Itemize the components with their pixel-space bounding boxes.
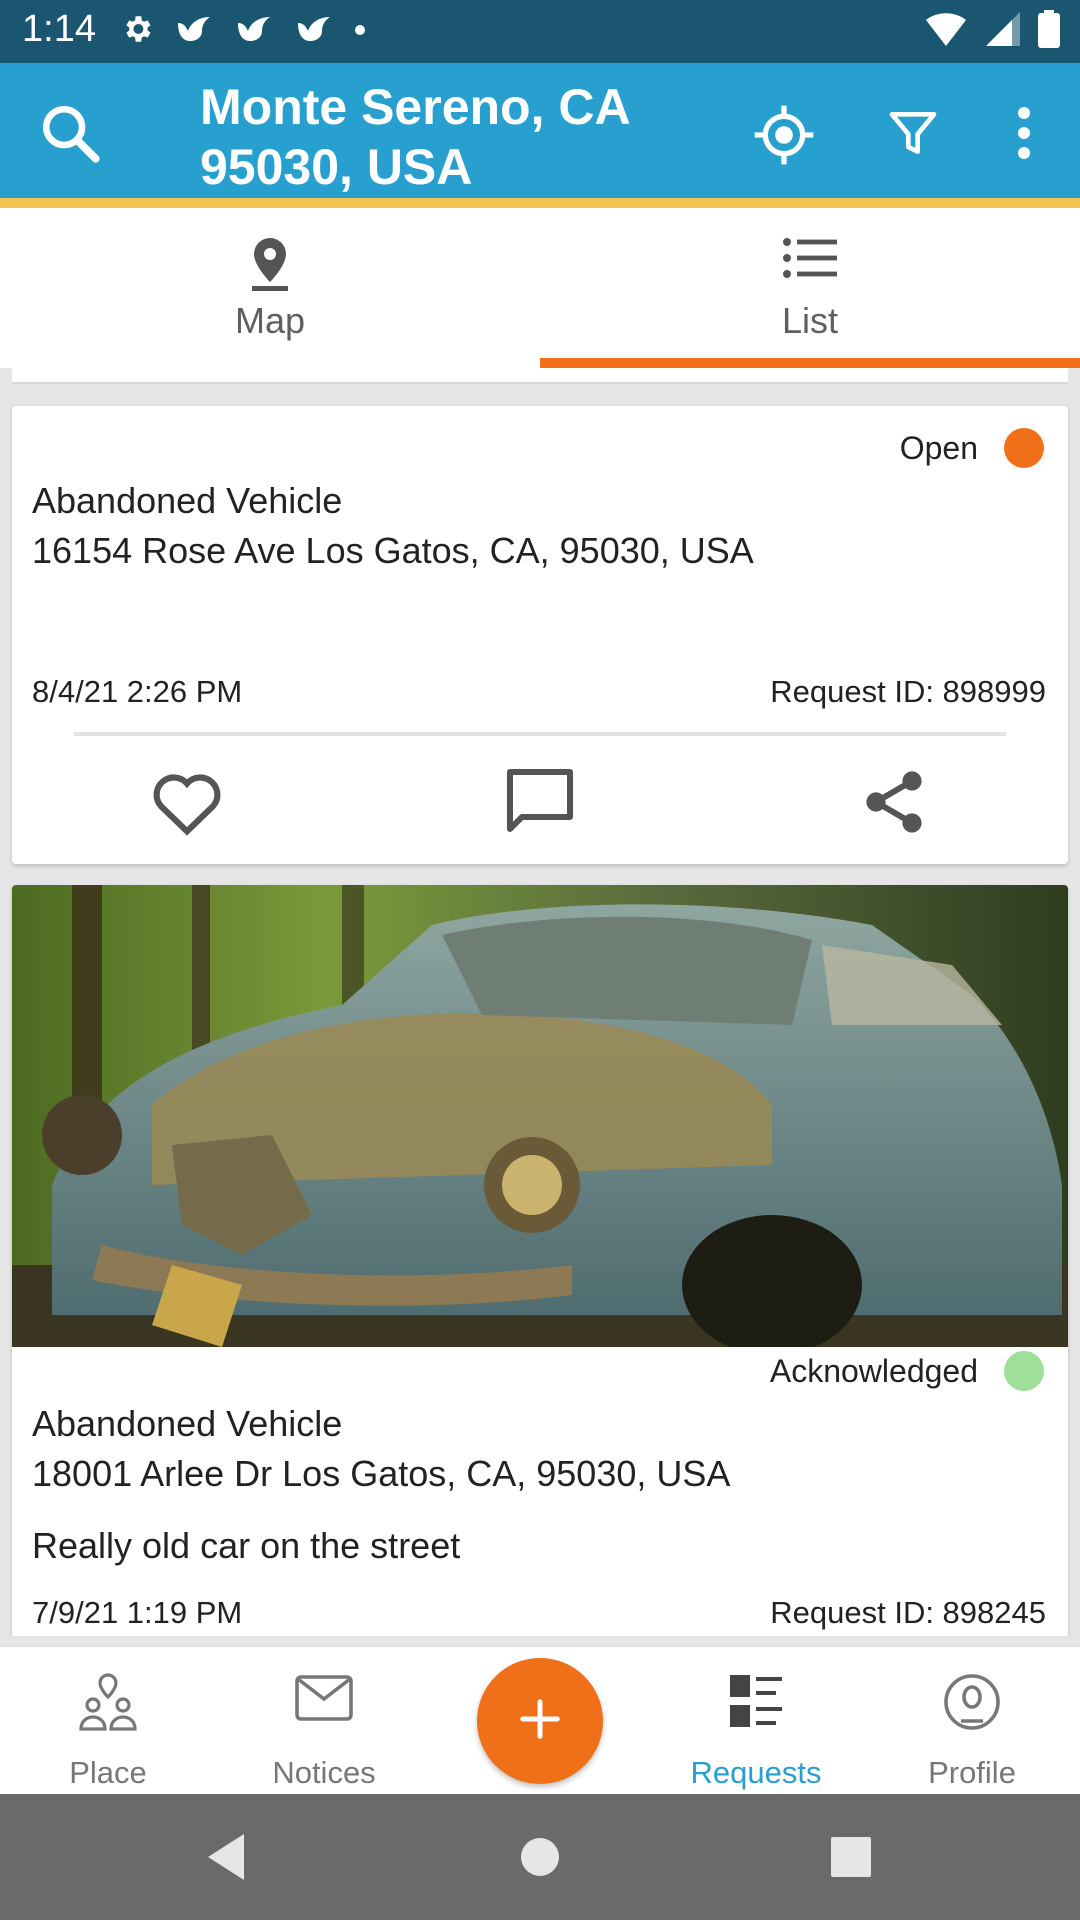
app-notification-icon (234, 13, 274, 50)
location-title[interactable]: Monte Sereno, CA 95030, USA (200, 77, 720, 197)
app-notification-icon (174, 13, 214, 50)
notification-icons (120, 12, 366, 51)
status-bar: 1:14 (0, 0, 1080, 63)
status-badge: Open (900, 428, 1044, 468)
status-label: Acknowledged (769, 1352, 978, 1389)
status-time: 1:14 (22, 8, 96, 50)
my-location-icon[interactable] (752, 103, 816, 172)
search-icon[interactable] (38, 101, 104, 172)
map-pin-icon (0, 236, 540, 292)
tab-list[interactable]: List (540, 208, 1080, 368)
share-icon[interactable] (854, 762, 934, 842)
request-address: 18001 Arlee Dr Los Gatos, CA, 95030, USA (32, 1453, 731, 1494)
request-address: 16154 Rose Ave Los Gatos, CA, 95030, USA (32, 530, 754, 571)
request-list[interactable]: Open Abandoned Vehicle 16154 Rose Ave Lo… (0, 368, 1080, 1636)
place-people-icon (0, 1673, 216, 1731)
nav-notices[interactable]: Notices (216, 1647, 432, 1795)
battery-icon (1038, 10, 1060, 53)
list-icon (540, 236, 1080, 280)
nav-notices-label: Notices (272, 1755, 376, 1790)
status-badge: Acknowledged (770, 1351, 1044, 1391)
request-card[interactable]: Acknowledged Abandoned Vehicle 18001 Arl… (12, 885, 1068, 1636)
request-id: Request ID: 898245 (770, 1595, 1046, 1630)
nav-place-label: Place (69, 1755, 147, 1790)
plus-icon (517, 1696, 563, 1747)
home-icon[interactable] (518, 1832, 562, 1887)
nav-requests[interactable]: Requests (648, 1647, 864, 1795)
more-notifications-dot-icon (354, 23, 366, 41)
card-divider (74, 732, 1006, 736)
system-navigation-bar (0, 1794, 1080, 1920)
request-date: 7/9/21 1:19 PM (32, 1595, 243, 1630)
recents-icon[interactable] (830, 1832, 872, 1887)
filter-icon[interactable] (885, 103, 941, 168)
heart-icon[interactable] (147, 762, 227, 842)
settings-gear-icon (120, 12, 154, 51)
more-options-icon[interactable] (1004, 103, 1044, 168)
wifi-icon (924, 10, 968, 53)
tab-selected-indicator (540, 358, 1080, 368)
request-photo[interactable] (12, 885, 1068, 1347)
status-dot (1004, 428, 1044, 468)
tab-map-label: Map (234, 300, 306, 341)
system-indicators (924, 10, 1060, 53)
status-dot (1004, 1351, 1044, 1391)
profile-icon (864, 1673, 1080, 1731)
app-bar: Monte Sereno, CA 95030, USA (0, 63, 1080, 208)
previous-card-edge (12, 368, 1068, 384)
request-date: 8/4/21 2:26 PM (32, 674, 243, 709)
request-type: Abandoned Vehicle (32, 1403, 343, 1444)
back-icon[interactable] (204, 1832, 248, 1887)
comment-icon[interactable] (500, 762, 580, 842)
add-request-button[interactable] (477, 1658, 603, 1784)
tab-list-label: List (781, 300, 839, 341)
request-card[interactable]: Open Abandoned Vehicle 16154 Rose Ave Lo… (12, 406, 1068, 864)
envelope-icon (216, 1673, 432, 1723)
nav-requests-label: Requests (690, 1755, 822, 1790)
requests-icon (648, 1673, 864, 1729)
nav-profile[interactable]: Profile (864, 1647, 1080, 1795)
cell-signal-icon (984, 10, 1022, 53)
request-type: Abandoned Vehicle (32, 480, 343, 521)
location-title-line1: Monte Sereno, CA (200, 79, 631, 135)
nav-place[interactable]: Place (0, 1647, 216, 1795)
status-label: Open (899, 429, 978, 466)
app-notification-icon (294, 13, 334, 50)
tab-map[interactable]: Map (0, 208, 540, 368)
nav-profile-label: Profile (928, 1755, 1016, 1790)
view-tabs: Map List (0, 208, 1080, 368)
request-id: Request ID: 898999 (770, 674, 1046, 709)
request-description: Really old car on the street (32, 1525, 461, 1566)
location-title-line2: 95030, USA (200, 139, 473, 195)
